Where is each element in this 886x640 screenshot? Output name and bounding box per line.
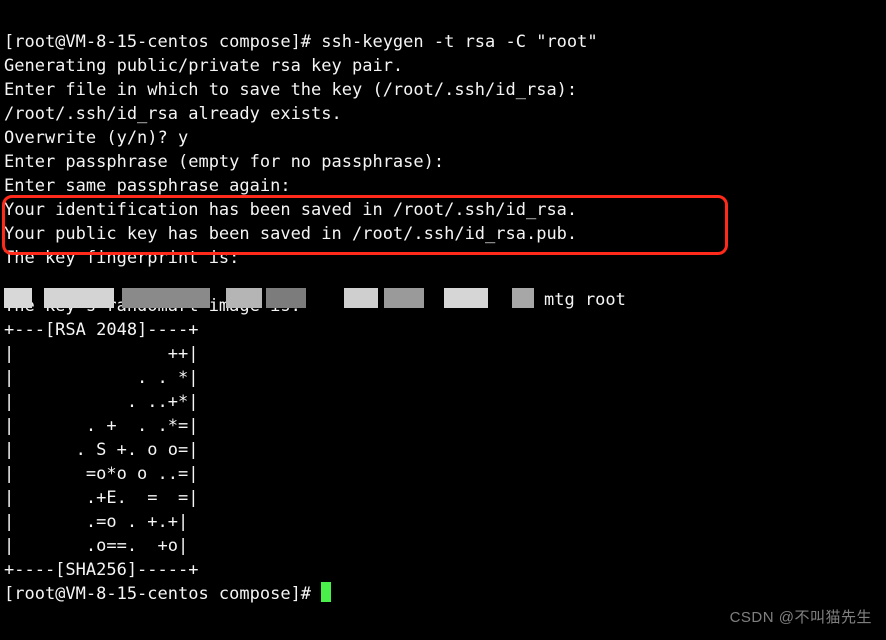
censor-block — [44, 288, 114, 308]
censor-block — [512, 288, 534, 308]
randomart-line: | .=o . +.+| — [4, 512, 188, 532]
output-line: Enter file in which to save the key (/ro… — [4, 80, 577, 100]
output-line: Overwrite (y/n)? y — [4, 128, 188, 148]
output-line: Generating public/private rsa key pair. — [4, 56, 403, 76]
censor-block — [444, 288, 488, 308]
randomart-line: | . + . .*=| — [4, 416, 198, 436]
randomart-line: | =o*o o ..=| — [4, 464, 198, 484]
randomart-line: +---[RSA 2048]----+ — [4, 320, 198, 340]
censor-block — [4, 288, 32, 308]
censor-block — [384, 288, 424, 308]
output-line: Enter same passphrase again: — [4, 176, 291, 196]
randomart-line: | .+E. = =| — [4, 488, 198, 508]
output-line: The key fingerprint is: — [4, 248, 239, 268]
output-line: /root/.ssh/id_rsa already exists. — [4, 104, 342, 124]
censored-fingerprint — [4, 286, 544, 310]
command-text: ssh-keygen -t rsa -C "root" — [321, 32, 597, 52]
randomart-line: | . . *| — [4, 368, 198, 388]
fingerprint-suffix: mtg root — [544, 288, 626, 312]
randomart-line: +----[SHA256]-----+ — [4, 560, 198, 580]
censor-block — [266, 288, 306, 308]
randomart-line: | ++| — [4, 344, 198, 364]
shell-prompt: [root@VM-8-15-centos compose]# — [4, 32, 321, 52]
cursor[interactable] — [321, 582, 331, 602]
output-line-saved-pub: Your public key has been saved in /root/… — [4, 224, 577, 244]
censor-block — [122, 288, 210, 308]
watermark: CSDN @不叫猫先生 — [730, 606, 872, 630]
randomart-line: | .o==. +o| — [4, 536, 188, 556]
censor-block — [226, 288, 262, 308]
randomart-line: | . S +. o o=| — [4, 440, 198, 460]
output-line-saved-id: Your identification has been saved in /r… — [4, 200, 577, 220]
output-line: Enter passphrase (empty for no passphras… — [4, 152, 444, 172]
censor-block — [344, 288, 378, 308]
randomart-line: | . ..+*| — [4, 392, 198, 412]
shell-prompt: [root@VM-8-15-centos compose]# — [4, 584, 321, 604]
